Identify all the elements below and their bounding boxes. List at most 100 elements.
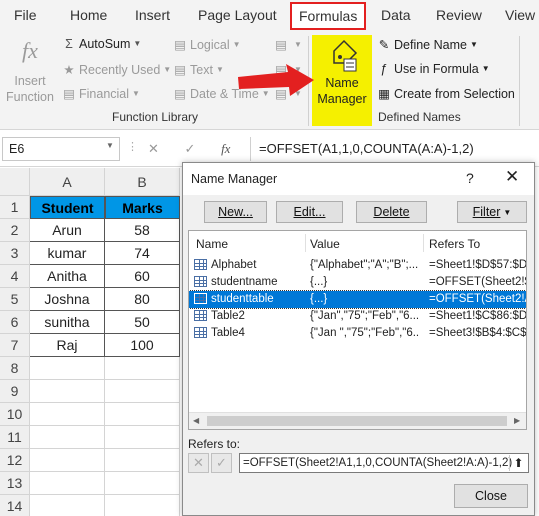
empty-cell[interactable]	[30, 357, 105, 380]
data-cell[interactable]: Anitha	[30, 265, 105, 288]
tab-insert[interactable]: Insert	[135, 7, 170, 23]
name-list-value: {"Alphabet";"A";"B";...	[310, 259, 419, 271]
header-cell[interactable]: Marks	[105, 196, 180, 219]
tab-data[interactable]: Data	[381, 7, 411, 23]
data-cell[interactable]: 50	[105, 311, 180, 334]
insert-function-label-2: Function	[6, 90, 54, 104]
define-name-button[interactable]: ✎ Define Name ▼	[377, 37, 478, 52]
logical-button[interactable]: ▤ Logical ▼	[173, 37, 240, 52]
row-header[interactable]: 9	[0, 380, 30, 403]
horizontal-scrollbar[interactable]: ◀ ▶	[189, 412, 526, 429]
empty-cell[interactable]	[30, 472, 105, 495]
header-cell[interactable]: Student	[30, 196, 105, 219]
data-cell[interactable]: Raj	[30, 334, 105, 357]
book-icon: ▤	[63, 87, 75, 101]
row-header[interactable]: 14	[0, 495, 30, 516]
empty-cell[interactable]	[105, 380, 180, 403]
name-box-dropdown-icon[interactable]: ▼	[106, 141, 114, 150]
empty-cell[interactable]	[30, 426, 105, 449]
row-header[interactable]: 6	[0, 311, 30, 334]
row-header[interactable]: 3	[0, 242, 30, 265]
cancel-edit-icon[interactable]: ✕	[188, 453, 209, 473]
name-list-row[interactable]: studentname {...} =OFFSET(Sheet2!$...	[189, 274, 526, 291]
delete-name-button[interactable]: Delete	[356, 201, 427, 223]
financial-button[interactable]: ▤ Financial ▼	[62, 86, 140, 101]
edit-name-button[interactable]: Edit...	[276, 201, 343, 223]
data-cell[interactable]: Arun	[30, 219, 105, 242]
row-header[interactable]: 13	[0, 472, 30, 495]
data-cell[interactable]: Joshna	[30, 288, 105, 311]
name-list-row[interactable]: studenttable {...} =OFFSET(Sheet2!A...	[189, 290, 526, 309]
empty-cell[interactable]	[105, 472, 180, 495]
autosum-button[interactable]: Σ AutoSum ▼	[62, 37, 141, 51]
data-cell[interactable]: 74	[105, 242, 180, 265]
fx-icon[interactable]: fx	[221, 141, 230, 156]
data-cell[interactable]: 58	[105, 219, 180, 242]
row-header[interactable]: 11	[0, 426, 30, 449]
insert-function-button[interactable]: fx Insert Function	[4, 36, 56, 106]
empty-cell[interactable]	[105, 426, 180, 449]
data-cell[interactable]: kumar	[30, 242, 105, 265]
filter-button[interactable]: Filter ▼	[457, 201, 527, 223]
tab-home[interactable]: Home	[70, 7, 107, 23]
new-name-button[interactable]: New...	[204, 201, 267, 223]
row-header[interactable]: 1	[0, 196, 30, 219]
close-button[interactable]: Close	[454, 484, 528, 508]
column-header-name[interactable]: Name	[196, 237, 228, 251]
column-separator[interactable]	[305, 234, 306, 252]
cancel-icon[interactable]: ✕	[148, 141, 159, 156]
name-list-row[interactable]: Table2 {"Jan","75";"Feb","6... =Sheet1!$C$…	[189, 308, 526, 325]
row-header[interactable]: 2	[0, 219, 30, 242]
empty-cell[interactable]	[30, 495, 105, 516]
create-from-selection-button[interactable]: ▦ Create from Selection	[377, 86, 515, 101]
empty-cell[interactable]	[30, 449, 105, 472]
column-header-a[interactable]: A	[30, 168, 105, 196]
empty-cell[interactable]	[105, 495, 180, 516]
empty-cell[interactable]	[30, 380, 105, 403]
select-all-corner[interactable]	[0, 168, 30, 196]
data-cell[interactable]: 100	[105, 334, 180, 357]
refers-to-input[interactable]: =OFFSET(Sheet2!A1,1,0,COUNTA(Sheet2!A:A)…	[239, 453, 529, 473]
recently-used-button[interactable]: ★ Recently Used ▼	[62, 62, 171, 77]
row-header[interactable]: 10	[0, 403, 30, 426]
enter-icon[interactable]: ✓	[185, 141, 196, 156]
empty-cell[interactable]	[30, 403, 105, 426]
tab-file[interactable]: File	[14, 7, 37, 23]
lookup-button[interactable]: ▤ ▼	[274, 37, 302, 52]
text-button[interactable]: ▤ Text ▼	[173, 62, 224, 77]
tab-review[interactable]: Review	[436, 7, 482, 23]
row-header[interactable]: 7	[0, 334, 30, 357]
name-box[interactable]: E6	[2, 137, 120, 161]
row-header[interactable]: 4	[0, 265, 30, 288]
data-cell[interactable]: sunitha	[30, 311, 105, 334]
empty-cell[interactable]	[105, 403, 180, 426]
table-icon	[194, 259, 207, 270]
formula-input[interactable]: =OFFSET(A1,1,0,COUNTA(A:A)-1,2)	[259, 141, 474, 156]
help-icon[interactable]: ?	[466, 170, 474, 186]
tab-formulas[interactable]: Formulas	[290, 2, 367, 30]
column-header-refers-to[interactable]: Refers To	[429, 237, 480, 251]
use-in-formula-button[interactable]: ƒ Use in Formula ▼	[377, 62, 490, 76]
tab-view[interactable]: View	[505, 7, 535, 23]
column-separator[interactable]	[423, 234, 424, 252]
name-list-row[interactable]: Table4 {"Jan ","75";"Feb","6... =Sheet3!$B…	[189, 325, 526, 342]
collapse-dialog-icon[interactable]: ⬆	[509, 455, 527, 471]
row-header[interactable]: 12	[0, 449, 30, 472]
row-header[interactable]: 5	[0, 288, 30, 311]
name-list-row[interactable]: Alphabet {"Alphabet";"A";"B";... =Sheet1!$…	[189, 257, 526, 274]
empty-cell[interactable]	[105, 357, 180, 380]
data-cell[interactable]: 80	[105, 288, 180, 311]
names-list[interactable]: Name Value Refers To Alphabet {"Alphabet"…	[188, 230, 527, 430]
table-icon	[194, 276, 207, 287]
scroll-right-icon[interactable]: ▶	[514, 416, 520, 425]
scroll-thumb[interactable]	[207, 416, 507, 426]
scroll-left-icon[interactable]: ◀	[193, 416, 199, 425]
column-header-b[interactable]: B	[105, 168, 180, 196]
close-icon[interactable]: ✕	[505, 167, 519, 187]
confirm-edit-icon[interactable]: ✓	[211, 453, 232, 473]
column-header-value[interactable]: Value	[310, 237, 340, 251]
data-cell[interactable]: 60	[105, 265, 180, 288]
empty-cell[interactable]	[105, 449, 180, 472]
tab-page-layout[interactable]: Page Layout	[198, 7, 277, 23]
row-header[interactable]: 8	[0, 357, 30, 380]
